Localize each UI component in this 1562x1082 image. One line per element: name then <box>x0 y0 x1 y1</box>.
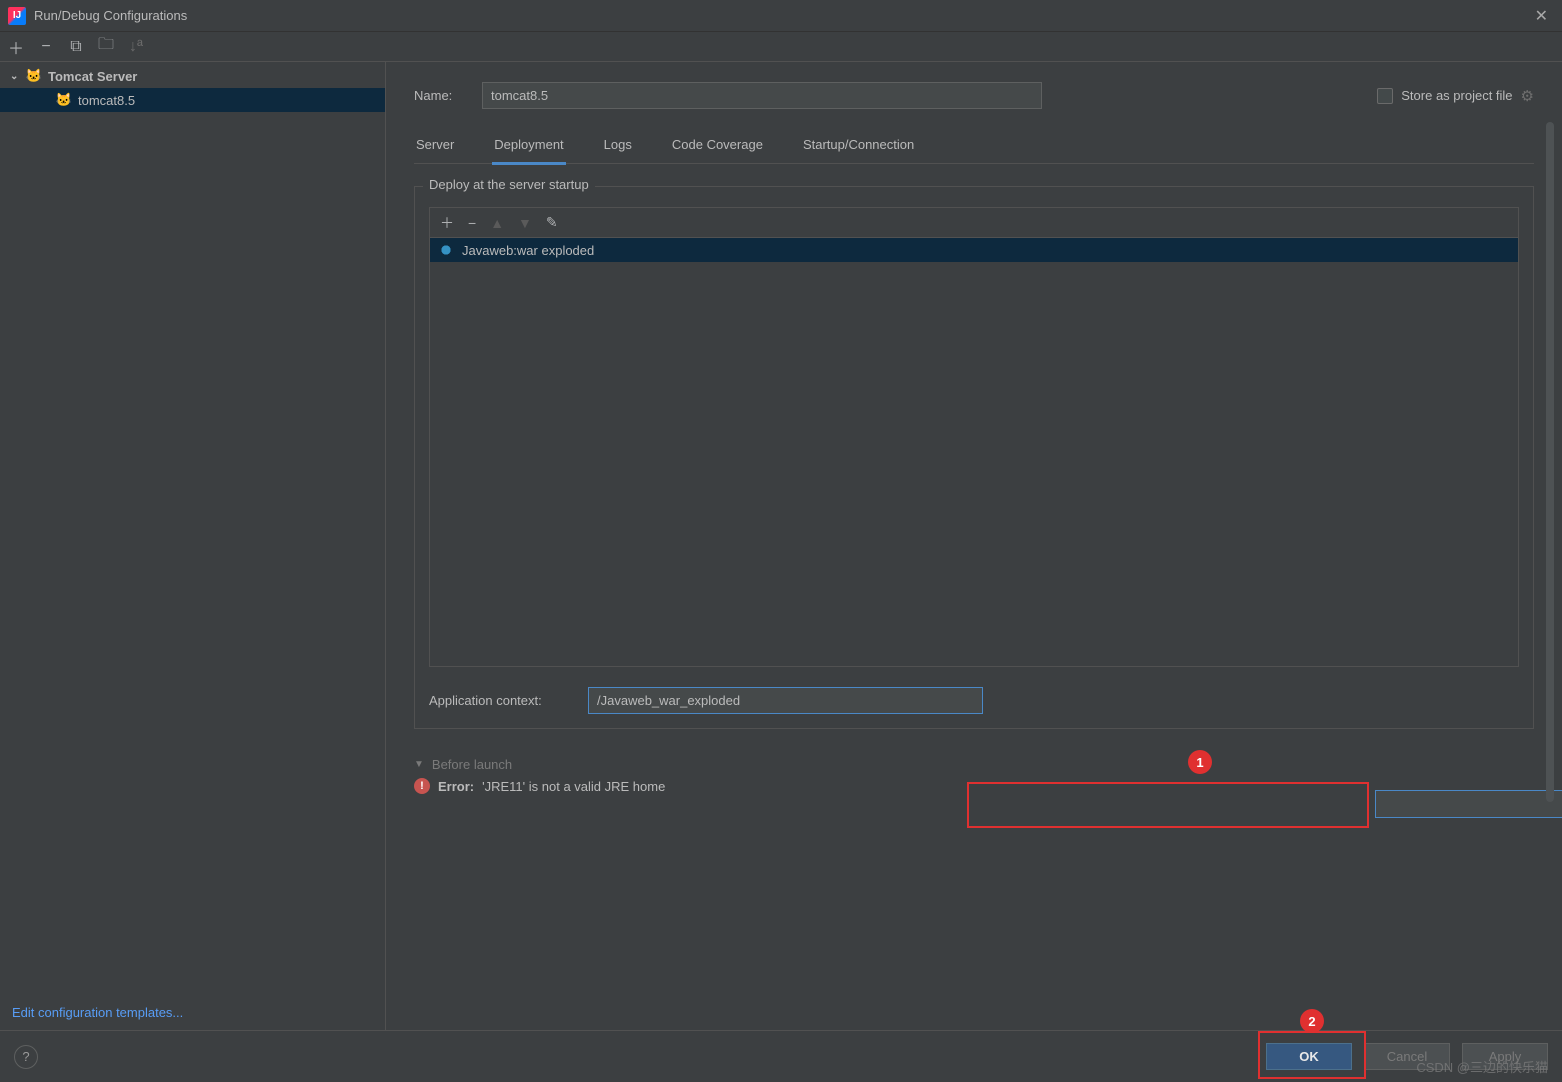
artifact-icon <box>438 242 454 258</box>
error-message: 'JRE11' is not a valid JRE home <box>482 779 665 794</box>
application-context-input[interactable] <box>588 687 983 714</box>
sort-config-button[interactable]: ↓ª <box>126 38 146 56</box>
name-input[interactable] <box>482 82 1042 109</box>
tab-code-coverage[interactable]: Code Coverage <box>670 137 765 163</box>
tomcat-icon: 🐱 <box>24 68 44 84</box>
deploy-item-label: Javaweb:war exploded <box>462 243 594 258</box>
edit-templates-link[interactable]: Edit configuration templates... <box>0 995 385 1030</box>
window-title: Run/Debug Configurations <box>34 8 1529 23</box>
before-launch-label: Before launch <box>432 757 512 772</box>
copy-config-button[interactable]: ⧉ <box>66 38 86 56</box>
config-toolbar: ＋ − ⧉ 🗀 ↓ª <box>0 32 1562 62</box>
watermark: CSDN @三边的快乐猫 <box>1416 1057 1548 1076</box>
deploy-fieldset: Deploy at the server startup ＋ − ▲ ▼ ✎ J… <box>414 186 1534 729</box>
config-tree: ⌄ 🐱 Tomcat Server 🐱 tomcat8.5 <box>0 62 385 995</box>
chevron-down-icon: ⌄ <box>10 71 24 82</box>
ok-button[interactable]: OK <box>1266 1043 1352 1070</box>
tree-item-tomcat85[interactable]: 🐱 tomcat8.5 <box>0 88 385 112</box>
annotation-callout-2: 2 <box>1300 1009 1324 1033</box>
title-bar: IJ Run/Debug Configurations ✕ <box>0 0 1562 32</box>
deploy-up-button[interactable]: ▲ <box>490 215 504 231</box>
help-button[interactable]: ? <box>14 1045 38 1069</box>
add-config-button[interactable]: ＋ <box>6 35 26 59</box>
deploy-edit-button[interactable]: ✎ <box>546 214 558 231</box>
deploy-toolbar: ＋ − ▲ ▼ ✎ <box>429 207 1519 237</box>
tab-deployment[interactable]: Deployment <box>492 137 565 165</box>
deploy-legend: Deploy at the server startup <box>423 177 595 192</box>
tomcat-icon: 🐱 <box>54 92 74 108</box>
deploy-down-button[interactable]: ▼ <box>518 215 532 231</box>
tree-group-tomcat[interactable]: ⌄ 🐱 Tomcat Server <box>0 64 385 88</box>
before-launch-section[interactable]: ▼ Before launch <box>414 757 1534 772</box>
tab-startup[interactable]: Startup/Connection <box>801 137 916 163</box>
deploy-add-button[interactable]: ＋ <box>440 213 454 233</box>
name-label: Name: <box>414 88 462 103</box>
config-sidebar: ⌄ 🐱 Tomcat Server 🐱 tomcat8.5 Edit confi… <box>0 62 386 1030</box>
tree-item-label: tomcat8.5 <box>78 93 135 108</box>
content-scrollbar[interactable] <box>1544 122 1556 822</box>
close-icon[interactable]: ✕ <box>1529 6 1554 26</box>
gear-icon[interactable]: ⚙ <box>1521 87 1534 105</box>
error-prefix: Error: <box>438 779 474 794</box>
deploy-remove-button[interactable]: − <box>468 215 476 231</box>
context-label: Application context: <box>429 693 574 708</box>
config-content: Name: Store as project file ⚙ Server Dep… <box>386 62 1562 1030</box>
folder-config-button[interactable]: 🗀 <box>96 33 116 60</box>
tree-group-label: Tomcat Server <box>48 69 137 84</box>
context-dropdown[interactable]: ▼ <box>1375 790 1562 818</box>
scrollbar-thumb[interactable] <box>1546 122 1554 802</box>
dialog-footer: ? OK 2 Cancel Apply CSDN @三边的快乐猫 <box>0 1030 1562 1082</box>
error-icon: ! <box>414 778 430 794</box>
tab-logs[interactable]: Logs <box>602 137 634 163</box>
tab-server[interactable]: Server <box>414 137 456 163</box>
store-project-label: Store as project file <box>1401 88 1512 103</box>
store-project-checkbox[interactable] <box>1377 88 1393 104</box>
annotation-callout-1: 1 <box>1188 750 1212 774</box>
deploy-list: Javaweb:war exploded <box>429 237 1519 667</box>
remove-config-button[interactable]: − <box>36 38 56 56</box>
deploy-item[interactable]: Javaweb:war exploded <box>430 238 1518 262</box>
intellij-icon: IJ <box>8 7 26 25</box>
triangle-down-icon: ▼ <box>414 759 424 770</box>
error-row: ! Error: 'JRE11' is not a valid JRE home <box>414 772 1534 800</box>
config-tabs: Server Deployment Logs Code Coverage Sta… <box>414 137 1534 164</box>
